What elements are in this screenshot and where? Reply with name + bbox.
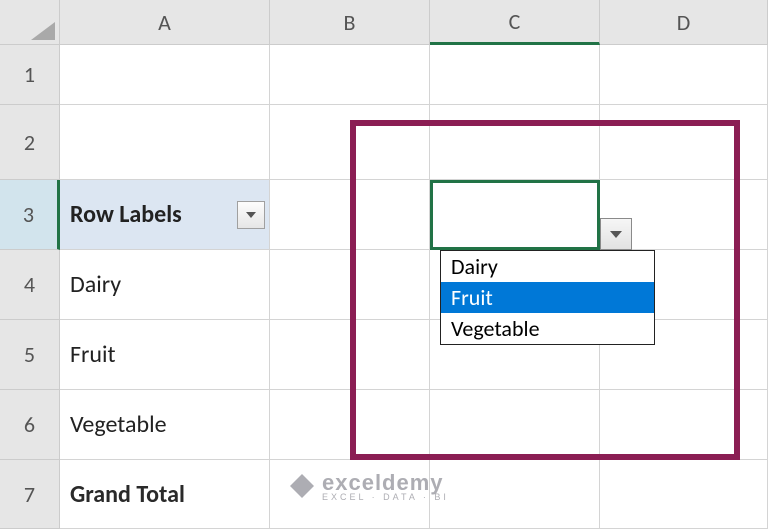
cell-D7[interactable] <box>600 460 768 529</box>
cell-A5[interactable]: Fruit <box>60 320 270 390</box>
data-validation-dropdown-list[interactable]: Dairy Fruit Vegetable <box>440 250 655 345</box>
cell-A4[interactable]: Dairy <box>60 250 270 320</box>
col-header-A[interactable]: A <box>60 0 270 45</box>
cell-C2[interactable] <box>430 105 600 180</box>
cell-C7[interactable] <box>430 460 600 529</box>
row-header-5[interactable]: 5 <box>0 320 60 390</box>
cell-B2[interactable] <box>270 105 430 180</box>
dropdown-option-dairy[interactable]: Dairy <box>441 251 654 282</box>
dropdown-option-vegetable[interactable]: Vegetable <box>441 313 654 344</box>
row-header-2[interactable]: 2 <box>0 105 60 180</box>
pivot-row-labels-header[interactable]: Row Labels <box>60 180 270 250</box>
active-cell-C3[interactable] <box>430 180 600 250</box>
cell-A6[interactable]: Vegetable <box>60 390 270 460</box>
cell-D6[interactable] <box>600 390 768 460</box>
pivot-filter-button[interactable] <box>237 201 265 229</box>
dropdown-option-fruit[interactable]: Fruit <box>441 282 654 313</box>
col-header-C[interactable]: C <box>430 0 600 45</box>
cell-D1[interactable] <box>600 45 768 105</box>
row-header-3[interactable]: 3 <box>0 180 60 250</box>
watermark-logo-icon <box>290 474 314 498</box>
cell-A1[interactable] <box>60 45 270 105</box>
cell-B6[interactable] <box>270 390 430 460</box>
watermark-subtitle: EXCEL · DATA · BI <box>322 492 449 502</box>
cell-B4[interactable] <box>270 250 430 320</box>
cell-B3[interactable] <box>270 180 430 250</box>
cell-C6[interactable] <box>430 390 600 460</box>
row-header-6[interactable]: 6 <box>0 390 60 460</box>
row-header-4[interactable]: 4 <box>0 250 60 320</box>
pivot-header-text: Row Labels <box>70 200 182 229</box>
cell-B1[interactable] <box>270 45 430 105</box>
row-header-7[interactable]: 7 <box>0 460 60 529</box>
col-header-D[interactable]: D <box>600 0 768 45</box>
watermark: exceldemy EXCEL · DATA · BI <box>290 470 449 502</box>
row-header-1[interactable]: 1 <box>0 45 60 105</box>
cell-A2[interactable] <box>60 105 270 180</box>
select-all-corner[interactable] <box>0 0 60 45</box>
col-header-B[interactable]: B <box>270 0 430 45</box>
cell-B5[interactable] <box>270 320 430 390</box>
cell-A7-grand-total[interactable]: Grand Total <box>60 460 270 529</box>
data-validation-dropdown-button[interactable] <box>600 218 632 250</box>
spreadsheet-grid: A B C D 1 2 3 4 5 6 7 Row Labels Dairy F… <box>0 0 768 529</box>
cell-C1[interactable] <box>430 45 600 105</box>
cell-D2[interactable] <box>600 105 768 180</box>
